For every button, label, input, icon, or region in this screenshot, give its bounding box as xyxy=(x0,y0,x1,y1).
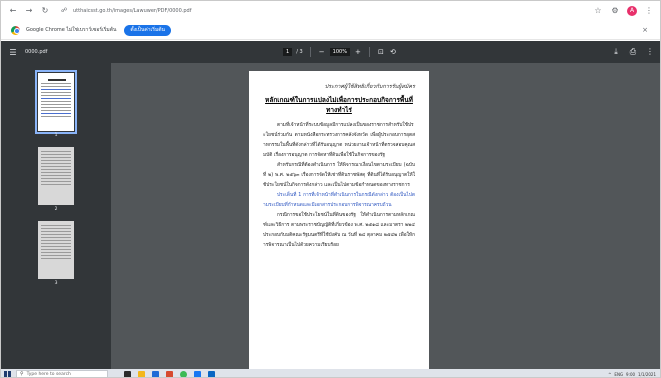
tray-chevron-icon[interactable]: ^ xyxy=(608,372,611,377)
chrome-taskbar-icon[interactable] xyxy=(180,370,187,377)
document-paragraph: กรณีการขอใช้ประโยชน์ในที่ดินของรัฐ ให้ดำ… xyxy=(263,213,415,248)
clock-time[interactable]: 9:00 xyxy=(626,372,635,377)
thumbnail-page-3[interactable] xyxy=(38,221,74,279)
more-actions-icon[interactable]: ⋮ xyxy=(646,47,654,57)
search-placeholder[interactable]: Type here to search xyxy=(27,372,71,377)
document-title: หลักเกณฑ์ในการแปลงไม่เพื่อการประกอบกิจกา… xyxy=(265,96,413,114)
rotate-icon[interactable]: ⟲ xyxy=(389,48,397,56)
pdf-controls: 1 / 3 − 100% + ⊡ ⟲ xyxy=(283,46,397,58)
search-icon: ⚲ xyxy=(20,371,24,377)
thumbnail-page-2[interactable] xyxy=(38,147,74,205)
pdf-viewer[interactable]: 1 2 3 ประกาศผู้ใช้สิทธิเกี่ยวกับการรับผู… xyxy=(1,63,660,369)
infobar-message: Google Chrome ไม่ใช่เบราว์เซอร์เริ่มต้น xyxy=(26,27,117,33)
store-icon[interactable] xyxy=(152,370,159,377)
hamburger-menu-icon[interactable]: ☰ xyxy=(7,48,19,57)
reload-icon[interactable]: ↻ xyxy=(39,5,51,17)
document-paragraph: ตามที่เจ้าหน้าที่ระบบข้อมูลมีการแปลงเป็น… xyxy=(263,123,415,158)
divider xyxy=(368,47,370,57)
address-bar[interactable]: ☍ utthaicsst.go.th/images/Lawuwer/PDF/00… xyxy=(55,5,575,18)
print-icon[interactable]: ⎙ xyxy=(629,47,637,57)
thumbnail-label: 2 xyxy=(54,207,58,212)
close-icon[interactable]: × xyxy=(640,26,650,34)
default-browser-infobar: Google Chrome ไม่ใช่เบราว์เซอร์เริ่มต้น … xyxy=(1,21,660,40)
document-paragraph-highlight: ประเด็นที่ 1 การที่เจ้าหน้าที่ดำเนินการใ… xyxy=(263,193,415,208)
pdf-actions: ⤓ ⎙ ⋮ xyxy=(612,47,654,57)
pdf-file-name: 0000.pdf xyxy=(25,49,48,55)
task-view-icon[interactable] xyxy=(124,370,131,377)
forward-arrow-icon[interactable]: → xyxy=(23,5,35,17)
star-icon[interactable]: ☆ xyxy=(593,6,603,16)
taskbar-apps xyxy=(124,370,215,377)
thumbnail-label: 1 xyxy=(54,133,58,138)
thumbnail-page-1[interactable] xyxy=(35,70,77,134)
screen: ← → ↻ ☍ utthaicsst.go.th/images/Lawuwer/… xyxy=(0,0,661,378)
start-menu-icon[interactable] xyxy=(4,370,11,377)
app-icon[interactable] xyxy=(166,370,173,377)
system-tray: ^ ENG 9:00 1/1/2021 xyxy=(608,372,660,377)
taskbar-search-input[interactable]: ⚲ Type here to search xyxy=(16,369,108,377)
extensions-icon[interactable]: ⚙ xyxy=(610,6,620,16)
set-default-button[interactable]: ตั้งเป็นค่าเริ่มต้น xyxy=(124,24,171,36)
page-total: / 3 xyxy=(296,49,303,55)
document-paragraph: สำหรับกรณีที่ต้องดำเนินการ ให้พิจารณาเงื… xyxy=(263,163,415,188)
profile-icon[interactable]: A xyxy=(627,6,637,16)
thumbnail-sidebar: 1 2 3 xyxy=(1,63,111,369)
language-indicator[interactable]: ENG xyxy=(614,372,623,377)
zoom-in-button[interactable]: + xyxy=(354,48,362,56)
file-explorer-icon[interactable] xyxy=(138,370,145,377)
zoom-out-button[interactable]: − xyxy=(318,48,326,56)
thumbnail-label: 3 xyxy=(54,281,58,286)
back-arrow-icon[interactable]: ← xyxy=(7,5,19,17)
download-icon[interactable]: ⤓ xyxy=(612,47,620,57)
zoom-input[interactable]: 100% xyxy=(329,48,350,56)
fit-page-icon[interactable]: ⊡ xyxy=(377,48,385,56)
page-number-input[interactable]: 1 xyxy=(283,48,293,56)
toolbar-actions: ☆ ⚙ A ⋮ xyxy=(593,6,654,16)
site-info-icon[interactable]: ☍ xyxy=(61,7,69,15)
word-icon[interactable] xyxy=(208,370,215,377)
kebab-menu-icon[interactable]: ⋮ xyxy=(644,6,654,16)
clock-date[interactable]: 1/1/2021 xyxy=(638,372,656,377)
document-header: ประกาศผู้ใช้สิทธิเกี่ยวกับการรับผู้สมัคร xyxy=(324,84,415,90)
taskbar: ⚲ Type here to search ^ ENG 9:00 1/1/202… xyxy=(1,369,660,377)
browser-toolbar: ← → ↻ ☍ utthaicsst.go.th/images/Lawuwer/… xyxy=(1,1,660,21)
edge-icon[interactable] xyxy=(194,370,201,377)
pdf-page: ประกาศผู้ใช้สิทธิเกี่ยวกับการรับผู้สมัคร… xyxy=(249,71,429,369)
address-url[interactable]: utthaicsst.go.th/images/Lawuwer/PDF/0000… xyxy=(73,8,192,14)
divider xyxy=(309,47,311,57)
pdf-toolbar: ☰ 0000.pdf 1 / 3 − 100% + ⊡ ⟲ ⤓ ⎙ ⋮ xyxy=(1,41,660,63)
chrome-logo-icon xyxy=(11,25,20,35)
